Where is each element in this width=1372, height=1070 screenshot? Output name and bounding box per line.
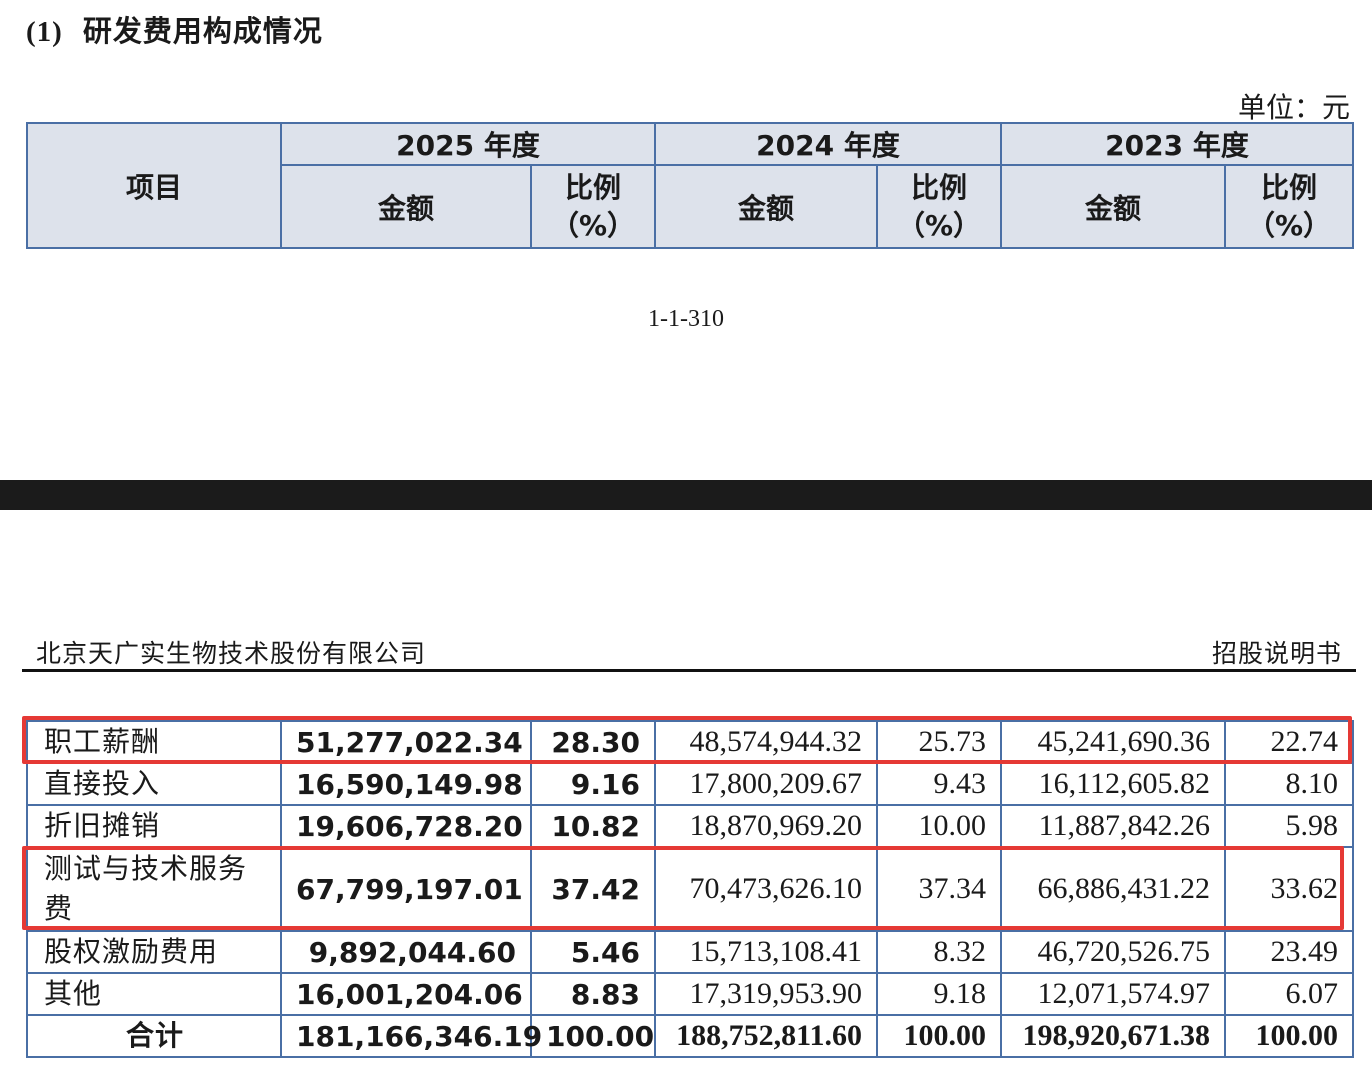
header-amount: 金额 bbox=[280, 164, 532, 249]
total-amount-2023: 198,920,671.38 bbox=[1000, 1014, 1226, 1058]
unit-label: 单位：元 bbox=[1237, 91, 1350, 124]
header-ratio-label: 比例 bbox=[564, 170, 621, 204]
cell-ratio-2025: 5.46 bbox=[530, 930, 656, 974]
cell-ratio-2025: 9.16 bbox=[530, 762, 656, 806]
running-header-doc-type: 招股说明书 bbox=[1211, 639, 1342, 668]
cell-amount-2024: 18,870,969.20 bbox=[654, 804, 878, 848]
cell-ratio-2024: 9.43 bbox=[876, 762, 1002, 806]
running-header-company: 北京天广实生物技术股份有限公司 bbox=[36, 639, 427, 668]
header-year-2023: 2023 年度 bbox=[1000, 122, 1354, 166]
header-ratio-unit: （%） bbox=[1246, 208, 1332, 242]
table-row: 折旧摊销 19,606,728.20 10.82 18,870,969.20 1… bbox=[26, 804, 1354, 848]
row-label: 其他 bbox=[26, 972, 282, 1016]
cell-ratio-2023: 8.10 bbox=[1224, 762, 1354, 806]
header-year-2024: 2024 年度 bbox=[654, 122, 1002, 166]
cell-amount-2024: 15,713,108.41 bbox=[654, 930, 878, 974]
cell-amount-2023: 12,071,574.97 bbox=[1000, 972, 1226, 1016]
document-page: (1) 研发费用构成情况 单位：元 项目 2025 年度 2024 年度 2023… bbox=[0, 0, 1372, 1070]
header-ratio: 比例 （%） bbox=[1224, 164, 1354, 249]
cell-amount-2025: 9,892,044.60 bbox=[280, 930, 532, 974]
total-amount-2025: 181,166,346.19 bbox=[280, 1014, 542, 1058]
cell-ratio-2024: 9.18 bbox=[876, 972, 1002, 1016]
section-title: 研发费用构成情况 bbox=[82, 14, 323, 48]
page-number: 1-1-310 bbox=[648, 306, 724, 332]
total-amount-2024: 188,752,811.60 bbox=[654, 1014, 878, 1058]
table-row: 其他 16,001,204.06 8.83 17,319,953.90 9.18… bbox=[26, 972, 1354, 1016]
header-amount: 金额 bbox=[1000, 164, 1226, 249]
cell-ratio-2025: 10.82 bbox=[530, 804, 656, 848]
header-year-2025: 2025 年度 bbox=[280, 122, 656, 166]
cell-amount-2023: 46,720,526.75 bbox=[1000, 930, 1226, 974]
table-total-row: 合计 181,166,346.19 100.00 188,752,811.60 … bbox=[26, 1014, 1354, 1058]
row-label: 折旧摊销 bbox=[26, 804, 282, 848]
header-ratio: 比例 （%） bbox=[530, 164, 656, 249]
cell-ratio-2023: 6.07 bbox=[1224, 972, 1354, 1016]
total-ratio-2024: 100.00 bbox=[876, 1014, 1002, 1058]
total-ratio-2025: 100.00 bbox=[530, 1014, 656, 1058]
cell-amount-2023: 11,887,842.26 bbox=[1000, 804, 1226, 848]
row-label: 股权激励费用 bbox=[26, 930, 282, 974]
cell-amount-2025: 16,001,204.06 bbox=[280, 972, 532, 1016]
section-number: (1) bbox=[26, 16, 63, 48]
total-label: 合计 bbox=[26, 1014, 282, 1058]
table-header: 项目 2025 年度 2024 年度 2023 年度 金额 比例 （%） 金额 比… bbox=[26, 122, 1354, 249]
header-ratio-label: 比例 bbox=[910, 170, 967, 204]
header-ratio-unit: （%） bbox=[896, 208, 982, 242]
cell-ratio-2023: 23.49 bbox=[1224, 930, 1354, 974]
section-heading: (1) 研发费用构成情况 bbox=[26, 8, 323, 50]
cell-ratio-2024: 8.32 bbox=[876, 930, 1002, 974]
header-amount: 金额 bbox=[654, 164, 878, 249]
header-ratio-label: 比例 bbox=[1260, 170, 1317, 204]
total-ratio-2023: 100.00 bbox=[1224, 1014, 1354, 1058]
table-row: 股权激励费用 9,892,044.60 5.46 15,713,108.41 8… bbox=[26, 930, 1354, 974]
cell-amount-2024: 17,800,209.67 bbox=[654, 762, 878, 806]
highlight-box-testing-service bbox=[22, 846, 1344, 930]
table-row: 直接投入 16,590,149.98 9.16 17,800,209.67 9.… bbox=[26, 762, 1354, 806]
cell-ratio-2023: 5.98 bbox=[1224, 804, 1354, 848]
cell-amount-2023: 16,112,605.82 bbox=[1000, 762, 1226, 806]
highlight-box-staff-salary bbox=[22, 716, 1352, 764]
header-item: 项目 bbox=[26, 122, 282, 249]
header-ratio: 比例 （%） bbox=[876, 164, 1002, 249]
row-label: 直接投入 bbox=[26, 762, 282, 806]
header-rule bbox=[22, 669, 1356, 672]
cell-ratio-2024: 10.00 bbox=[876, 804, 1002, 848]
cell-amount-2025: 19,606,728.20 bbox=[280, 804, 532, 848]
cell-amount-2025: 16,590,149.98 bbox=[280, 762, 532, 806]
header-ratio-unit: （%） bbox=[550, 208, 636, 242]
cell-ratio-2025: 8.83 bbox=[530, 972, 656, 1016]
page-separator bbox=[0, 480, 1372, 510]
cell-amount-2024: 17,319,953.90 bbox=[654, 972, 878, 1016]
